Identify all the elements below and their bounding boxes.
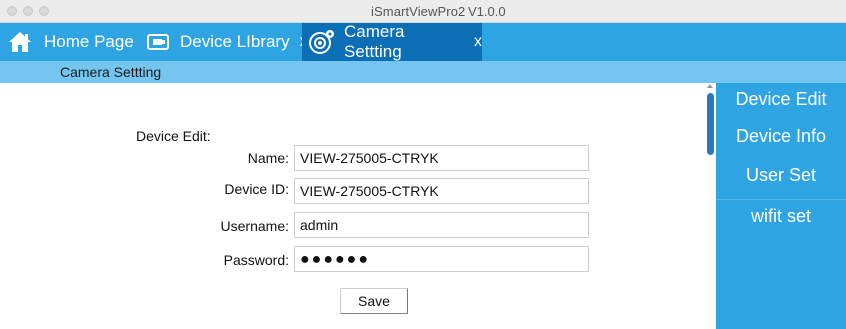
name-label: Name:	[247, 150, 289, 166]
username-label: Username:	[220, 218, 289, 234]
maximize-window-button[interactable]	[39, 6, 49, 16]
tab-bar: Home Page Device LIbrary x Camera Settti…	[0, 22, 846, 61]
scrollbar-thumb[interactable]	[707, 93, 714, 155]
password-field-value: ●●●●●●	[300, 251, 370, 268]
save-button[interactable]: Save	[340, 288, 408, 314]
tab-home-page[interactable]: Home Page	[8, 23, 134, 61]
device-id-field[interactable]: VIEW-275005-CTRYK	[294, 178, 589, 204]
username-field[interactable]: admin	[294, 212, 589, 238]
scroll-up-arrow-icon[interactable]	[707, 84, 713, 88]
minimize-window-button[interactable]	[23, 6, 33, 16]
side-menu-item-device-info[interactable]: Device Info	[716, 126, 846, 147]
section-label-device-edit: Device Edit:	[136, 128, 211, 144]
app-title: iSmartViewPro2	[371, 4, 466, 19]
username-field-value: admin	[300, 217, 339, 233]
side-menu-item-user-set[interactable]: User Set	[716, 165, 846, 186]
window-titlebar: iSmartViewPro2 V1.0.0	[0, 0, 846, 23]
side-menu-divider	[716, 199, 846, 200]
password-label: Password:	[223, 252, 289, 268]
tab-label: Home Page	[44, 32, 134, 51]
breadcrumb-bar: Camera Settting	[0, 61, 846, 83]
name-field[interactable]: VIEW-275005-CTRYK	[294, 145, 589, 171]
tab-label: Device LIbrary	[180, 32, 290, 51]
tab-camera-settings[interactable]: Camera Settting x	[302, 22, 482, 61]
side-menu: Device Edit Device Info User Set wifit s…	[716, 83, 846, 329]
name-field-value: VIEW-275005-CTRYK	[300, 150, 439, 166]
password-field[interactable]: ●●●●●●	[294, 246, 589, 272]
main-content: Device Edit: Name: VIEW-275005-CTRYK Dev…	[0, 83, 716, 329]
tab-device-library[interactable]: Device LIbrary x	[147, 23, 308, 61]
app-version: V1.0.0	[468, 4, 506, 19]
device-id-label: Device ID:	[224, 181, 289, 197]
side-menu-item-device-edit[interactable]: Device Edit	[716, 89, 846, 110]
tab-label: Camera Settting	[344, 22, 405, 61]
close-window-button[interactable]	[7, 6, 17, 16]
device-id-field-value: VIEW-275005-CTRYK	[300, 183, 439, 199]
side-menu-item-wifi-set[interactable]: wifit set	[716, 206, 846, 227]
camera-settings-icon	[308, 28, 336, 56]
device-library-icon	[147, 33, 169, 51]
breadcrumb: Camera Settting	[60, 64, 162, 80]
close-tab-camera-settings[interactable]: x	[474, 33, 482, 51]
home-icon	[8, 31, 32, 53]
